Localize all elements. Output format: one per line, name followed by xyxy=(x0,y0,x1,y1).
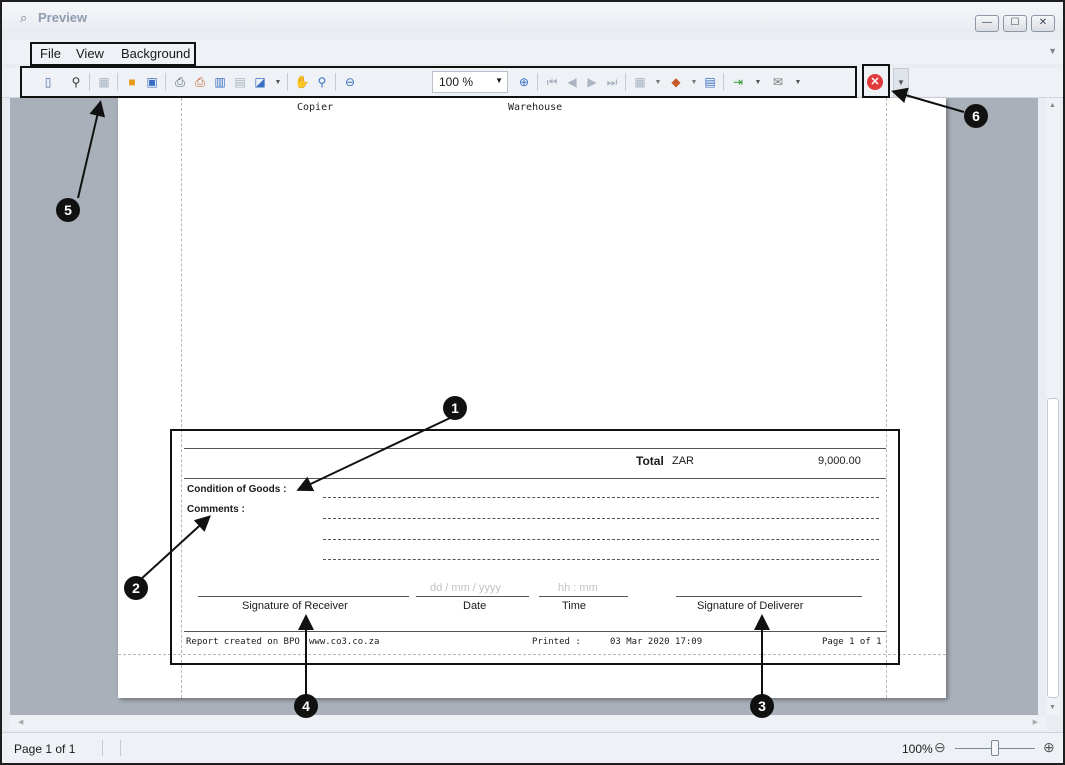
zoom-out-icon[interactable]: ⊖ xyxy=(934,739,946,756)
callout-arrows xyxy=(77,87,965,695)
status-page-indicator: Page 1 of 1 xyxy=(14,742,76,756)
callout-badge-6: 6 xyxy=(964,104,988,128)
status-separator xyxy=(102,740,103,756)
zoom-slider-thumb[interactable] xyxy=(991,740,999,756)
callout-badge-2: 2 xyxy=(124,576,148,600)
status-zoom-value: 100% xyxy=(902,742,933,756)
status-separator xyxy=(120,740,121,756)
status-bar: Page 1 of 1 100% ⊖ ⊕ xyxy=(2,732,1063,763)
callout-badge-3: 3 xyxy=(750,694,774,718)
callout-badge-4: 4 xyxy=(294,694,318,718)
callout-badge-1: 1 xyxy=(443,396,467,420)
zoom-in-icon[interactable]: ⊕ xyxy=(1043,739,1055,756)
callout-badge-5: 5 xyxy=(56,198,80,222)
